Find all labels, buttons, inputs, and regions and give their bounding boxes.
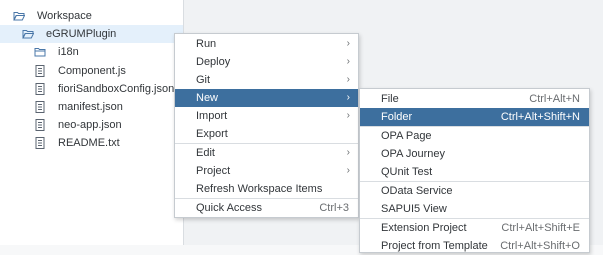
tree-item-workspace[interactable]: Workspace <box>0 7 183 25</box>
tree-item-label: i18n <box>58 46 79 58</box>
menu-item-run[interactable]: Run › <box>175 35 358 53</box>
submenu-item-odata-service[interactable]: OData Service <box>360 182 589 200</box>
menu-item-shortcut: Ctrl+Alt+N <box>529 93 580 105</box>
menu-item-shortcut: Ctrl+Alt+Shift+N <box>500 111 580 123</box>
menu-item-export[interactable]: Export <box>175 125 358 143</box>
menu-item-label: Folder <box>381 111 413 123</box>
menu-item-shortcut: Ctrl+3 <box>319 202 349 214</box>
chevron-right-icon: › <box>346 92 350 103</box>
menu-item-label: OData Service <box>381 185 453 197</box>
menu-item-label: Export <box>196 128 228 140</box>
menu-item-label: Quick Access <box>196 202 263 214</box>
submenu-item-qunit-test[interactable]: QUnit Test <box>360 163 589 181</box>
submenu-item-project-from-template[interactable]: Project from Template Ctrl+Alt+Shift+O <box>360 237 589 255</box>
tree-item-label: Component.js <box>58 65 126 77</box>
tree-item-label: Workspace <box>37 10 92 22</box>
menu-item-refresh-workspace-items[interactable]: Refresh Workspace Items <box>175 180 358 198</box>
menu-item-label: SAPUI5 View <box>381 203 447 215</box>
workspace-tree: Workspace eGRUMPlugin i18n Component.js … <box>0 0 183 245</box>
submenu-item-folder[interactable]: Folder Ctrl+Alt+Shift+N <box>360 108 589 126</box>
menu-item-import[interactable]: Import › <box>175 107 358 125</box>
menu-item-shortcut: Ctrl+Alt+Shift+E <box>501 222 580 234</box>
menu-item-label: Edit <box>196 147 215 159</box>
folder-open-icon <box>13 12 25 21</box>
menu-item-git[interactable]: Git › <box>175 71 358 89</box>
tree-item-i18n[interactable]: i18n <box>0 43 183 61</box>
tree-item-label: neo-app.json <box>58 119 122 131</box>
file-icon <box>35 101 45 113</box>
tree-item-label: manifest.json <box>58 101 123 113</box>
menu-item-project[interactable]: Project › <box>175 162 358 180</box>
chevron-right-icon: › <box>346 74 350 85</box>
tree-item-manifest-json[interactable]: manifest.json <box>0 98 183 116</box>
file-icon <box>35 65 45 77</box>
tree-item-fiorisandboxconfig-json[interactable]: fioriSandboxConfig.json <box>0 80 183 98</box>
submenu-item-extension-project[interactable]: Extension Project Ctrl+Alt+Shift+E <box>360 219 589 237</box>
menu-item-label: OPA Journey <box>381 148 445 160</box>
chevron-right-icon: › <box>346 110 350 121</box>
submenu-item-sapui5-view[interactable]: SAPUI5 View <box>360 200 589 218</box>
menu-item-label: Deploy <box>196 56 231 68</box>
new-submenu: File Ctrl+Alt+N Folder Ctrl+Alt+Shift+N OP… <box>359 88 590 253</box>
menu-item-label: QUnit Test <box>381 166 433 178</box>
menu-item-label: Git <box>196 74 211 86</box>
tree-item-neo-app-json[interactable]: neo-app.json <box>0 116 183 134</box>
file-icon <box>35 137 45 149</box>
folder-open-icon <box>22 30 34 39</box>
chevron-right-icon: › <box>346 165 350 176</box>
tree-item-readme-txt[interactable]: README.txt <box>0 134 183 152</box>
menu-item-label: Run <box>196 38 217 50</box>
menu-item-new[interactable]: New › <box>175 89 358 107</box>
chevron-right-icon: › <box>346 56 350 67</box>
file-icon <box>35 119 45 131</box>
menu-item-label: New <box>196 92 219 104</box>
context-menu: Run › Deploy › Git › New › Import › Export Ed… <box>174 33 359 218</box>
folder-icon <box>34 48 46 57</box>
menu-item-edit[interactable]: Edit › <box>175 144 358 162</box>
submenu-item-opa-journey[interactable]: OPA Journey <box>360 145 589 163</box>
menu-item-quick-access[interactable]: Quick Access Ctrl+3 <box>175 199 358 217</box>
menu-item-label: Project <box>196 165 231 177</box>
tree-item-label: eGRUMPlugin <box>46 28 117 40</box>
chevron-right-icon: › <box>346 38 350 49</box>
submenu-item-file[interactable]: File Ctrl+Alt+N <box>360 90 589 108</box>
menu-item-label: Project from Template <box>381 240 488 252</box>
menu-item-shortcut: Ctrl+Alt+Shift+O <box>500 240 580 252</box>
menu-item-label: OPA Page <box>381 130 432 142</box>
tree-item-egrumplugin[interactable]: eGRUMPlugin <box>0 25 183 43</box>
file-icon <box>35 83 45 95</box>
submenu-item-opa-page[interactable]: OPA Page <box>360 127 589 145</box>
menu-item-label: Extension Project <box>381 222 467 234</box>
menu-item-label: File <box>381 93 399 105</box>
tree-item-label: README.txt <box>58 137 120 149</box>
tree-item-label: fioriSandboxConfig.json <box>58 83 175 95</box>
tree-item-component-js[interactable]: Component.js <box>0 62 183 80</box>
menu-item-label: Refresh Workspace Items <box>196 183 323 195</box>
menu-item-label: Import <box>196 110 228 122</box>
menu-item-deploy[interactable]: Deploy › <box>175 53 358 71</box>
chevron-right-icon: › <box>346 147 350 158</box>
